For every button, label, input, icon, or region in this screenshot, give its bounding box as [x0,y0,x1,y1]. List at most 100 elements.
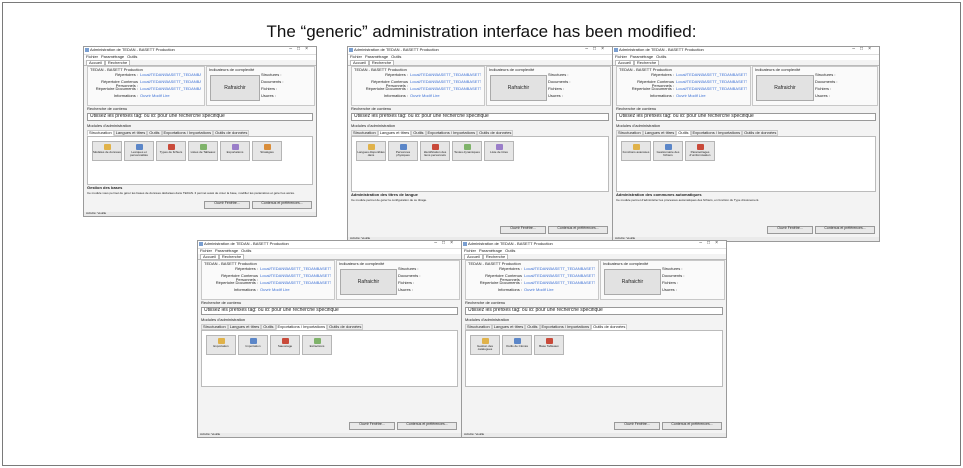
path-link[interactable]: Local/TEDAN\BASETT_TEDANBASETT_DEM... [260,281,331,286]
info-label: Répertoire Contenus Personnels : [221,273,258,283]
module-button[interactable]: Gestion des catalogues [470,335,500,355]
path-link[interactable]: Ouvrir Modif Lire [524,288,595,293]
module-button[interactable]: Outils de Clonés [502,335,532,355]
indicators-header: Indicateurs de complexité [489,67,535,72]
module-label: Types de fichiers [159,150,183,154]
refresh-button[interactable]: Rafraichir [490,75,547,101]
search-input[interactable]: Utilisez les préfixes tag: ou id: pour u… [351,113,609,121]
module-button[interactable]: Personnes physiques [388,141,418,161]
path-link[interactable]: Local/TEDAN\BASETT_TEDANBASETT_DEM... [676,87,747,92]
path-link[interactable]: Local/TEDAN\BASETT_TEDANBASETT_DEM... [140,80,201,85]
path-link[interactable]: Ouvrir Modif Lire [676,94,747,99]
figure-heading: The “generic” administration interface h… [266,22,697,41]
window-title: Administration de TEDAN - BASETT Product… [619,47,704,52]
base-info-group: TEDAN - BASETT Production Répertoires : Lo… [201,260,335,300]
open-window-button[interactable]: Ouvrir Fenêtre... [349,422,395,430]
base-info-group: TEDAN - BASETT Production Répertoires : Lo… [351,66,485,106]
refresh-button[interactable]: Rafraichir [604,269,661,295]
base-info-group: TEDAN - BASETT Production Répertoires : Lo… [465,260,599,300]
info-label: Répertoire Documents : [365,86,408,91]
path-link[interactable]: Local/TEDAN\BASETT_TEDANBASETT_DEM... [524,281,595,286]
path-link[interactable]: Local/TEDAN\BASETT_TEDANBASETT_DEM... [260,267,331,272]
module-button[interactable]: Identification des liens personnels [420,141,450,161]
search-input[interactable]: Utilisez les préfixes tag: ou id: pour u… [465,307,723,315]
app-icon [85,48,89,52]
open-window-button[interactable]: Ouvrir Fenêtre... [204,201,250,209]
module-button[interactable]: Exportation [206,335,236,355]
indicator-label: Usures : [662,287,677,292]
path-link[interactable]: Local/TEDAN\BASETT_TEDANBASETT_DEM... [676,73,747,78]
info-label: Répertoires : [235,266,258,271]
path-link[interactable]: Local/TEDAN\BASETT_TEDANBASETT_DEM... [410,73,481,78]
info-label: Informations : [497,287,522,292]
info-label: Répertoires : [385,72,408,77]
preferences-button[interactable]: Contenus et préférences... [662,422,722,430]
module-button[interactable]: Langues disponibles dans [356,141,386,161]
path-link[interactable]: Local/TEDAN\BASETT_TEDANBASETT_DEM... [140,73,201,78]
module-button[interactable]: Paramétrages d'uniformisation [685,141,715,161]
module-button[interactable]: Lexiques et personnalités [124,141,154,161]
path-link[interactable]: Local/TEDAN\BASETT_TEDANBASETT_DEM... [410,80,481,85]
module-button[interactable]: Types de fichiers [156,141,186,161]
indicator-label: Structures : [398,266,419,271]
search-input[interactable]: Utilisez les préfixes tag: ou id: pour u… [87,113,313,121]
module-button[interactable]: Liste de titres [484,141,514,161]
path-link[interactable]: Ouvrir Modif Lire [410,94,481,99]
module-label: Langues disponibles dans [357,150,385,158]
open-window-button[interactable]: Ouvrir Fenêtre... [767,226,813,234]
path-link[interactable]: Local/TEDAN\BASETT_TEDANBASETT_DEM... [140,87,201,92]
module-button[interactable]: Fonctions avancées [621,141,651,161]
search-input[interactable]: Utilisez les préfixes tag: ou id: pour u… [616,113,876,121]
preferences-button[interactable]: Contenus et préférences... [815,226,875,234]
admin-window: Administration de TEDAN - BASETT Product… [347,46,613,242]
path-link[interactable]: Ouvrir Modif Lire [140,94,201,99]
module-button[interactable]: Importation [238,335,268,355]
module-label: Identification des liens personnels [423,150,447,158]
module-button[interactable]: Extractions [302,335,332,355]
module-button[interactable]: Listes de Tableaux [188,141,218,161]
tab-1[interactable]: Recherche [633,60,660,66]
tab-0[interactable]: Accueil [615,60,634,66]
module-panel: Langues disponibles dans Personnes physiq… [351,136,609,192]
path-link[interactable]: Local/TEDAN\BASETT_TEDANBASETT_DEM... [260,274,331,279]
preferences-button[interactable]: Contenus et préférences... [548,226,608,234]
module-button[interactable]: Exportations [220,141,250,161]
module-button[interactable]: Base Tableaux [534,335,564,355]
window-controls[interactable]: –□× [289,47,313,53]
preferences-button[interactable]: Contenus et préférences... [252,201,312,209]
module-label: Paramétrages d'uniformisation [689,150,711,158]
info-label: Répertoire Contenus Personnels : [371,79,408,89]
module-button[interactable]: Sauvetage [270,335,300,355]
window-controls[interactable]: –□× [434,241,458,247]
module-button[interactable]: Gestionnaire des fichiers [653,141,683,161]
window-controls[interactable]: –□× [585,47,609,53]
path-link[interactable]: Local/TEDAN\BASETT_TEDANBASETT_DEM... [410,87,481,92]
tab-0[interactable]: Accueil [200,254,219,260]
window-controls[interactable]: –□× [852,47,876,53]
module-button[interactable]: Modèles de données [92,141,122,161]
tab-0[interactable]: Accueil [464,254,483,260]
refresh-button[interactable]: Rafraichir [210,75,260,101]
tab-1[interactable]: Recherche [482,254,509,260]
tab-1[interactable]: Recherche [218,254,245,260]
open-window-button[interactable]: Ouvrir Fenêtre... [614,422,660,430]
path-link[interactable]: Local/TEDAN\BASETT_TEDANBASETT_DEM... [524,274,595,279]
window-controls[interactable]: –□× [699,241,723,247]
module-button[interactable]: Stratégies [252,141,282,161]
search-label: Recherche de contenu [465,300,506,305]
path-link[interactable]: Ouvrir Modif Lire [260,288,331,293]
search-input[interactable]: Utilisez les préfixes tag: ou id: pour u… [201,307,458,315]
module-button[interactable]: Textes dynamiques [452,141,482,161]
path-link[interactable]: Local/TEDAN\BASETT_TEDANBASETT_DEM... [676,80,747,85]
info-label: Répertoire Documents : [479,280,522,285]
status-bar: Activité: Veuille [462,432,726,437]
refresh-button[interactable]: Rafraichir [756,75,814,101]
path-link[interactable]: Local/TEDAN\BASETT_TEDANBASETT_DEM... [524,267,595,272]
tab-0[interactable]: Accueil [86,60,105,66]
tab-0[interactable]: Accueil [350,60,369,66]
preferences-button[interactable]: Contenus et préférences... [397,422,457,430]
tab-1[interactable]: Recherche [368,60,395,66]
tab-1[interactable]: Recherche [104,60,131,66]
refresh-button[interactable]: Rafraichir [340,269,397,295]
open-window-button[interactable]: Ouvrir Fenêtre... [500,226,546,234]
